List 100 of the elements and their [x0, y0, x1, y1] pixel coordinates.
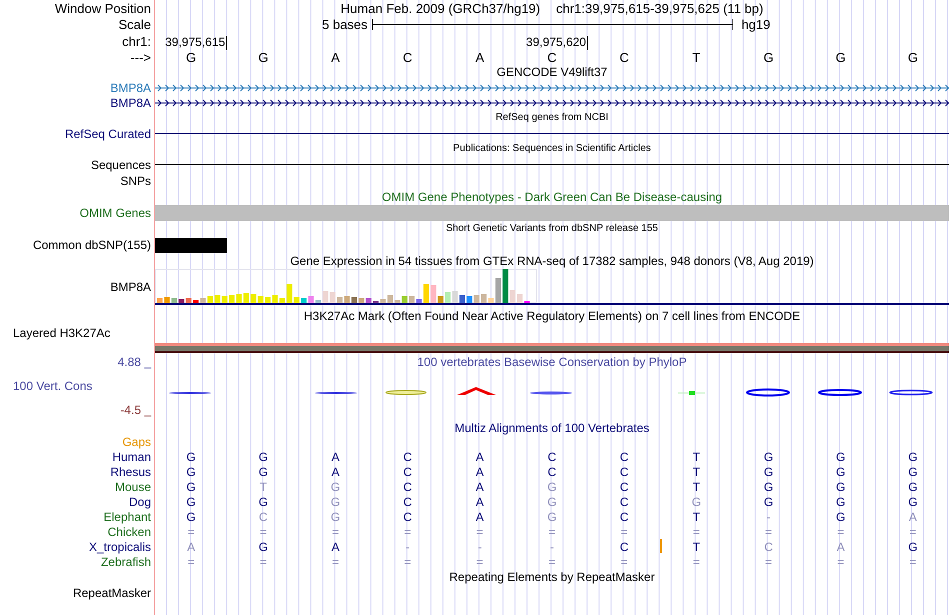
track-label: Sequences — [90, 158, 151, 170]
track-label: 100 Vert. Cons — [12, 380, 92, 392]
base-letter: = — [692, 526, 700, 538]
assembly-label: hg19 — [741, 18, 770, 31]
species-label: Rhesus — [110, 466, 151, 478]
base-letter: C — [258, 510, 268, 522]
coordinate-tick: 39,975,615 — [165, 36, 228, 50]
base-letter: = — [837, 526, 844, 538]
track-label: Gaps — [122, 436, 151, 448]
axis-max-label: 4.88 _ — [116, 356, 151, 368]
base-letter: A — [476, 450, 484, 462]
base-letter: T — [692, 466, 700, 478]
base-letter: A — [475, 50, 484, 64]
base-letter: G — [908, 450, 918, 462]
base-letter: G — [547, 510, 557, 522]
base-letter: C — [620, 540, 628, 552]
base-letter: = — [476, 556, 484, 568]
base-letter: = — [188, 526, 195, 538]
base-letter: G — [836, 496, 846, 508]
base-letter: = — [332, 556, 339, 568]
base-letter: C — [620, 466, 628, 478]
base-letter: = — [548, 556, 556, 568]
base-letter: G — [186, 496, 196, 508]
base-letter: C — [548, 466, 556, 478]
track-label: chr1: — [122, 35, 151, 48]
variant-bar[interactable] — [155, 238, 228, 252]
track-title: H3K27Ac Mark (Often Found Near Active Regulatory Elements) on 7 cell lines from ENCODE — [304, 310, 800, 322]
base-letter: C — [403, 466, 412, 478]
base-letter: A — [187, 540, 196, 552]
base-letter: C — [620, 510, 628, 522]
track-label: RepeatMasker — [72, 587, 151, 599]
track-label: RefSeq Curated — [64, 128, 151, 140]
base-letter: C — [548, 450, 556, 462]
base-letter: G — [836, 480, 846, 492]
base-letter: A — [331, 540, 340, 552]
base-letter: T — [692, 450, 700, 462]
base-letter: = — [260, 526, 267, 538]
base-letter: G — [836, 450, 846, 462]
species-label: Dog — [128, 496, 151, 508]
base-letter: C — [547, 50, 557, 64]
base-letter: C — [403, 510, 412, 522]
base-letter: T — [260, 480, 267, 492]
base-letter: C — [620, 480, 628, 492]
track-label: Layered H3K27Ac — [12, 327, 110, 339]
base-letter: G — [908, 496, 918, 508]
track-title: Publications: Sequences in Scientific Articles — [453, 144, 651, 154]
track-label: Common dbSNP(155) — [32, 239, 151, 251]
base-letter: = — [909, 526, 916, 538]
base-letter: G — [764, 466, 774, 478]
base-letter: G — [258, 50, 268, 64]
base-letter: C — [403, 496, 412, 508]
base-letter: G — [330, 496, 340, 508]
base-letter: G — [186, 50, 196, 64]
base-letter: = — [765, 526, 772, 538]
base-letter: = — [548, 526, 556, 538]
axis-min-label: -4.5 _ — [119, 404, 151, 416]
species-label: Human — [112, 450, 151, 462]
track-title: Short Genetic Variants from dbSNP release 155 — [446, 224, 658, 234]
gene-strand-line[interactable] — [155, 98, 949, 108]
base-letter: A — [836, 540, 845, 552]
species-label: Zebrafish — [100, 556, 151, 568]
base-letter: C — [403, 450, 412, 462]
track-label: BMP8A — [110, 96, 151, 108]
base-letter: = — [404, 526, 412, 538]
base-letter: A — [476, 480, 484, 492]
base-letter: = — [620, 556, 628, 568]
base-letter: T — [692, 510, 700, 522]
base-letter: G — [258, 540, 268, 552]
track-label: BMP8A — [110, 82, 151, 94]
base-letter: = — [837, 556, 844, 568]
base-letter: C — [620, 496, 628, 508]
base-letter: C — [403, 480, 412, 492]
base-letter: - — [550, 540, 554, 552]
base-letter: A — [908, 510, 917, 522]
track-label: Window Position — [54, 2, 151, 14]
track-title: GENCODE V49lift37 — [496, 66, 608, 78]
base-letter: A — [476, 466, 484, 478]
track-label: ---> — [130, 50, 151, 64]
base-letter: T — [692, 480, 700, 492]
track-title: Multiz Alignments of 100 Vertebrates — [454, 422, 650, 434]
base-letter: G — [258, 496, 268, 508]
base-letter: G — [908, 466, 918, 478]
base-letter: = — [620, 526, 628, 538]
base-letter: G — [908, 480, 918, 492]
base-letter: G — [908, 540, 918, 552]
species-label: Chicken — [108, 526, 151, 538]
base-letter: = — [909, 556, 916, 568]
assembly-name: Human Feb. 2009 (GRCh37/hg19) — [340, 2, 540, 14]
base-letter: G — [763, 50, 774, 64]
base-letter: G — [547, 496, 557, 508]
base-letter: - — [766, 510, 771, 522]
base-letter: G — [186, 510, 196, 522]
base-letter: G — [764, 496, 774, 508]
base-letter: - — [478, 540, 482, 552]
base-letter: G — [258, 466, 268, 478]
track-title: RefSeq genes from NCBI — [496, 113, 608, 123]
base-letter: G — [908, 50, 918, 64]
base-letter: G — [692, 496, 702, 508]
base-letter: = — [260, 556, 267, 568]
base-letter: G — [764, 480, 774, 492]
